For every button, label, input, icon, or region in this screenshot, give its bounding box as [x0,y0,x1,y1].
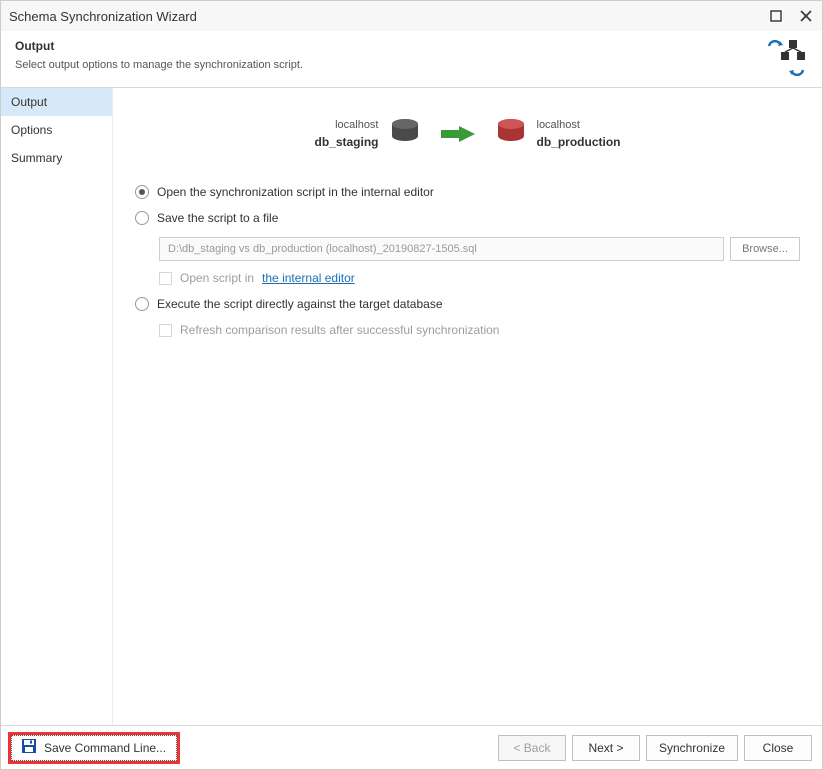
window-title: Schema Synchronization Wizard [9,9,197,24]
refresh-label: Refresh comparison results after success… [180,323,499,337]
footer: Save Command Line... < Back Next > Synch… [1,725,822,769]
target-db-label: localhost db_production [537,119,621,149]
internal-editor-link[interactable]: the internal editor [262,271,355,285]
open-in-prefix: Open script in [180,271,254,285]
option-label: Save the script to a file [157,211,278,225]
radio-open-internal[interactable] [135,185,149,199]
main-panel: localhost db_staging [113,88,822,725]
save-cmd-label: Save Command Line... [44,741,166,755]
back-button: < Back [498,735,566,761]
window-controls [768,8,814,24]
browse-button[interactable]: Browse... [730,237,800,261]
checkbox-open-in [159,272,172,285]
subheader-text: Output Select output options to manage t… [15,39,752,71]
source-db-block: localhost db_staging [314,118,420,149]
sidebar-item-label: Summary [11,151,62,165]
close-button[interactable]: Close [744,735,812,761]
subheader-title: Output [15,39,752,53]
radio-execute[interactable] [135,297,149,311]
option-label: Open the synchronization script in the i… [157,185,434,199]
sidebar-item-output[interactable]: Output [1,88,112,116]
close-icon[interactable] [798,8,814,24]
next-button[interactable]: Next > [572,735,640,761]
source-name: db_staging [314,135,378,149]
subheader: Output Select output options to manage t… [1,31,822,88]
option-open-internal[interactable]: Open the synchronization script in the i… [135,185,800,199]
database-flow: localhost db_staging [135,118,800,149]
save-command-line-button[interactable]: Save Command Line... [11,735,177,761]
sync-diagram-icon [762,39,808,77]
checkbox-refresh [159,324,172,337]
option-label: Execute the script directly against the … [157,297,443,311]
file-path-row: D:\db_staging vs db_production (localhos… [159,237,800,261]
file-path-input[interactable]: D:\db_staging vs db_production (localhos… [159,237,724,261]
sidebar-item-label: Output [11,95,47,109]
target-name: db_production [537,135,621,149]
source-db-label: localhost db_staging [314,119,378,149]
database-icon [389,118,421,149]
titlebar: Schema Synchronization Wizard [1,1,822,31]
radio-save-file[interactable] [135,211,149,225]
synchronize-button[interactable]: Synchronize [646,735,738,761]
option-execute-direct[interactable]: Execute the script directly against the … [135,297,800,311]
target-host: localhost [537,119,621,131]
maximize-icon[interactable] [768,8,784,24]
target-db-block: localhost db_production [495,118,621,149]
wizard-body: Output Options Summary localhost db_stag… [1,88,822,725]
sidebar: Output Options Summary [1,88,113,725]
sidebar-item-label: Options [11,123,52,137]
wizard-window: Schema Synchronization Wizard Output Sel… [0,0,823,770]
sidebar-item-options[interactable]: Options [1,116,112,144]
option-save-file[interactable]: Save the script to a file [135,211,800,225]
database-icon [495,118,527,149]
floppy-icon [22,739,36,756]
option-open-script-in: Open script in the internal editor [159,271,800,285]
sidebar-item-summary[interactable]: Summary [1,144,112,172]
subheader-description: Select output options to manage the sync… [15,59,752,71]
option-refresh-results: Refresh comparison results after success… [159,323,800,337]
arrow-right-icon [441,126,475,142]
source-host: localhost [314,119,378,131]
